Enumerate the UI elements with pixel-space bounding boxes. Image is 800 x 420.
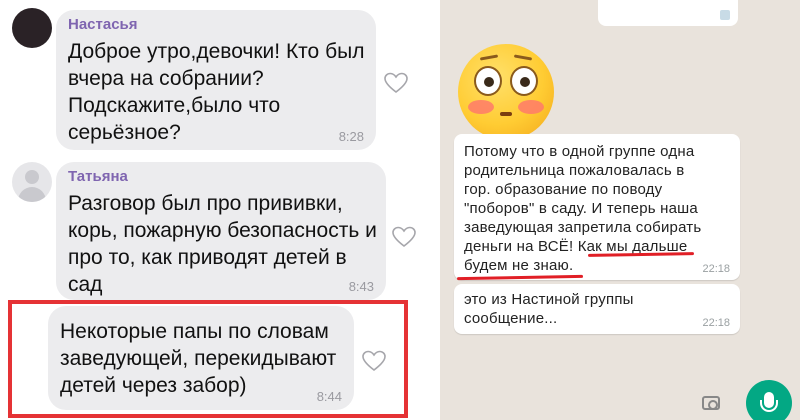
emoji-brow bbox=[479, 54, 499, 61]
message-time: 22:18 bbox=[702, 317, 730, 329]
incoming-message-bubble[interactable]: Потому что в одной группе одна родительн… bbox=[454, 134, 740, 280]
emoji-brow bbox=[513, 54, 533, 61]
message-bubble-nastasya[interactable]: Настасья Доброе утро,девочки! Кто был вч… bbox=[56, 10, 376, 150]
avatar-shoulders-shape bbox=[18, 187, 46, 202]
previous-message-bubble[interactable] bbox=[598, 0, 738, 26]
like-heart-icon[interactable] bbox=[392, 226, 416, 248]
message-time: 8:43 bbox=[348, 279, 374, 294]
flushed-face-emoji-icon[interactable] bbox=[458, 44, 554, 140]
highlight-frame bbox=[8, 300, 408, 418]
incoming-message-bubble[interactable]: это из Настиной группы сообщение... 22:1… bbox=[454, 284, 740, 334]
right-chat-panel: Потому что в одной группе одна родительн… bbox=[440, 0, 800, 420]
avatar-nastasya[interactable] bbox=[12, 8, 52, 48]
emoji-eye bbox=[510, 66, 538, 96]
left-chat-panel: Настасья Доброе утро,девочки! Кто был вч… bbox=[0, 0, 430, 420]
message-time: 22:18 bbox=[702, 263, 730, 275]
message-time: 8:28 bbox=[338, 129, 364, 144]
emoji-mouth bbox=[500, 112, 512, 116]
emoji-eye bbox=[474, 66, 502, 96]
avatar-placeholder-tatyana[interactable] bbox=[12, 162, 52, 202]
emoji-blush bbox=[518, 100, 544, 114]
emoji-pupil bbox=[484, 77, 494, 87]
message-bubble-tatyana[interactable]: Татьяна Разговор был про прививки, корь,… bbox=[56, 162, 386, 300]
avatar-head-shape bbox=[25, 170, 39, 184]
emoji-pupil bbox=[520, 77, 530, 87]
voice-record-button[interactable] bbox=[746, 380, 792, 420]
message-text: это из Настиной группы сообщение... bbox=[464, 291, 634, 327]
emoji-blush bbox=[468, 100, 494, 114]
sender-name: Татьяна bbox=[68, 168, 128, 185]
message-text: Доброе утро,девочки! Кто был вчера на со… bbox=[68, 40, 365, 144]
message-text: Разговор был про прививки, корь, пожарну… bbox=[68, 192, 377, 296]
like-heart-icon[interactable] bbox=[384, 72, 408, 94]
microphone-stand-shape bbox=[760, 400, 778, 412]
message-status-icon bbox=[720, 10, 730, 20]
sender-name: Настасья bbox=[68, 16, 138, 33]
camera-icon[interactable] bbox=[702, 396, 720, 410]
